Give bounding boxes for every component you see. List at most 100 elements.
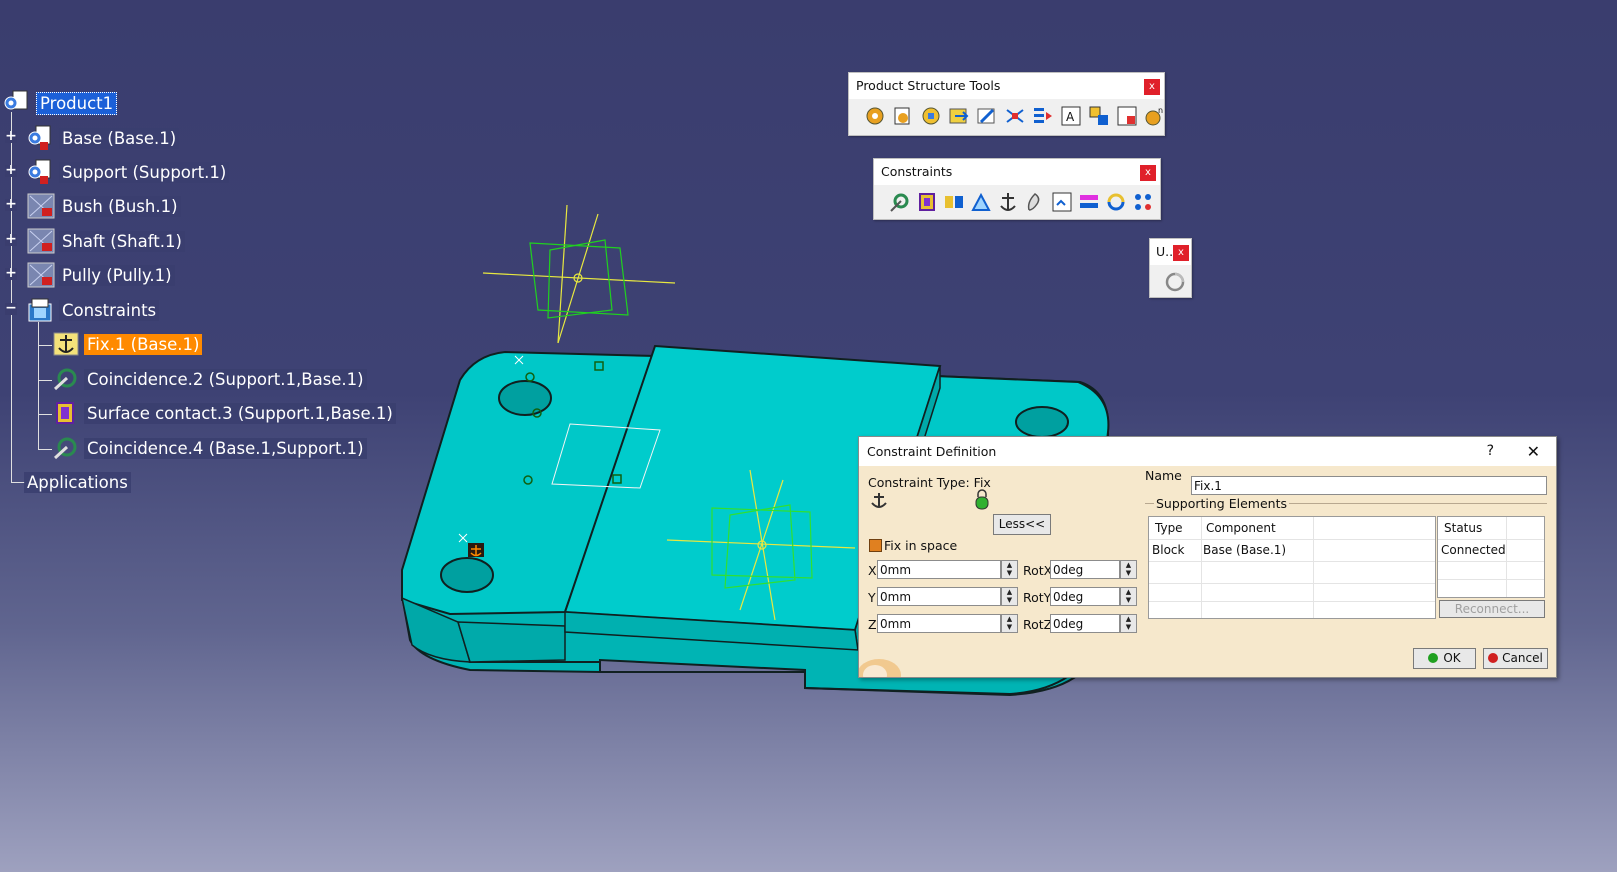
column-header-component[interactable]: Component: [1206, 521, 1276, 535]
column-header-type[interactable]: Type: [1155, 521, 1183, 535]
axis-system: [482, 204, 676, 344]
part-icon: [27, 228, 55, 254]
update-all-icon[interactable]: [1164, 271, 1186, 293]
offset-constraint-icon[interactable]: [942, 190, 966, 214]
close-button[interactable]: ✕: [1527, 437, 1540, 466]
expand-toggle[interactable]: +: [5, 129, 17, 143]
reconnect-button[interactable]: Reconnect...: [1439, 600, 1545, 618]
reuse-pattern-icon[interactable]: [1131, 190, 1155, 214]
constraint-definition-dialog[interactable]: Constraint Definition ? ✕ Constraint Typ…: [858, 436, 1557, 678]
roty-spinner[interactable]: ▲ ▼: [1120, 587, 1137, 606]
help-button[interactable]: ?: [1487, 437, 1494, 466]
tree-item-constraints[interactable]: Constraints: [26, 297, 160, 323]
fix-in-space-label: Fix in space: [884, 538, 958, 553]
product-icon: [28, 125, 51, 150]
tree-item-coincidence-4[interactable]: Coincidence.4 (Base.1,Support.1): [51, 435, 367, 461]
surface-contact-icon: [56, 402, 74, 424]
status-table[interactable]: Status Connected: [1437, 516, 1545, 598]
graph-tree-reordering-icon[interactable]: [1031, 104, 1055, 128]
new-component-icon[interactable]: [863, 104, 887, 128]
tree-item-pully[interactable]: Pully (Pully.1): [26, 262, 175, 288]
cancel-button[interactable]: Cancel: [1483, 648, 1548, 669]
angle-constraint-icon[interactable]: [969, 190, 993, 214]
constraints-toolbar[interactable]: Constraints x: [873, 158, 1161, 220]
toolbar-title-text: Product Structure Tools: [856, 78, 1001, 93]
new-product-icon[interactable]: [891, 104, 915, 128]
supporting-elements-table[interactable]: Type Component Block Base (Base.1): [1148, 516, 1436, 619]
toolbar-title[interactable]: Product Structure Tools x: [849, 73, 1164, 99]
x-spinner[interactable]: ▲ ▼: [1001, 560, 1018, 579]
generate-numbering-icon[interactable]: A: [1059, 104, 1083, 128]
close-icon[interactable]: x: [1144, 79, 1160, 95]
expand-toggle[interactable]: +: [5, 163, 17, 177]
flexible-rigid-icon[interactable]: [1077, 190, 1101, 214]
ok-button[interactable]: OK: [1413, 648, 1476, 669]
ok-label: OK: [1443, 651, 1461, 665]
collapse-toggle[interactable]: −: [5, 301, 17, 315]
expand-toggle[interactable]: +: [5, 232, 17, 246]
y-field[interactable]: 0mm: [877, 587, 1001, 606]
expand-toggle[interactable]: +: [5, 266, 17, 280]
change-constraint-icon[interactable]: [1104, 190, 1128, 214]
name-label: Name: [1145, 468, 1182, 483]
rotx-field[interactable]: 0deg: [1050, 560, 1120, 579]
manage-representations-icon[interactable]: [1115, 104, 1139, 128]
column-header-status[interactable]: Status: [1444, 521, 1482, 535]
tree-item-applications[interactable]: Applications: [24, 469, 131, 495]
fix-together-icon[interactable]: [1023, 190, 1047, 214]
z-field[interactable]: 0mm: [877, 614, 1001, 633]
fix-in-space-checkbox[interactable]: [869, 539, 882, 552]
less-button[interactable]: Less<<: [993, 514, 1051, 535]
multi-instantiation-icon[interactable]: n: [1143, 104, 1167, 128]
z-spinner[interactable]: ▲ ▼: [1001, 614, 1018, 633]
rotx-spinner[interactable]: ▲ ▼: [1120, 560, 1137, 579]
dialog-title-bar[interactable]: Constraint Definition ? ✕: [859, 437, 1556, 466]
hole: [440, 557, 494, 593]
tree-item-label: Pully (Pully.1): [59, 264, 175, 286]
lock-icon: [975, 489, 989, 510]
y-spinner[interactable]: ▲ ▼: [1001, 587, 1018, 606]
rotz-label: RotZ: [1023, 617, 1053, 632]
close-icon[interactable]: x: [1173, 245, 1189, 261]
anchor-icon: [871, 493, 887, 508]
z-label: Z: [868, 617, 877, 632]
tree-item-bush[interactable]: Bush (Bush.1): [26, 193, 181, 219]
existing-with-positioning-icon[interactable]: [975, 104, 999, 128]
new-part-icon[interactable]: [919, 104, 943, 128]
toolbar-title[interactable]: U.. x: [1150, 239, 1191, 265]
ok-icon: [1428, 653, 1439, 663]
y-label: Y: [868, 590, 876, 605]
tree-item-base[interactable]: Base (Base.1): [26, 125, 180, 151]
x-field[interactable]: 0mm: [877, 560, 1001, 579]
expand-toggle[interactable]: +: [5, 197, 17, 211]
tree-item-label: Base (Base.1): [59, 127, 180, 149]
fix-component-icon[interactable]: [996, 190, 1020, 214]
roty-field[interactable]: 0deg: [1050, 587, 1120, 606]
selective-load-icon[interactable]: [1087, 104, 1111, 128]
quick-constraint-icon[interactable]: [1050, 190, 1074, 214]
row-status[interactable]: Connected: [1441, 543, 1506, 557]
row-type[interactable]: Block: [1152, 543, 1184, 557]
close-icon[interactable]: x: [1140, 165, 1156, 181]
update-toolbar[interactable]: U.. x: [1149, 238, 1192, 298]
specification-tree: Product1 + Base (Base.1) + Support (Supp…: [0, 0, 400, 520]
coincidence-constraint-icon[interactable]: [888, 190, 912, 214]
tree-item-support[interactable]: Support (Support.1): [26, 159, 230, 185]
rotz-field[interactable]: 0deg: [1050, 614, 1120, 633]
replace-component-icon[interactable]: [1003, 104, 1027, 128]
contact-constraint-icon[interactable]: [915, 190, 939, 214]
row-component[interactable]: Base (Base.1): [1203, 543, 1286, 557]
product-icon: [28, 159, 51, 184]
tree-item-fix[interactable]: Fix.1 (Base.1): [51, 331, 203, 357]
tree-item-coincidence-2[interactable]: Coincidence.2 (Support.1,Base.1): [51, 366, 367, 392]
toolbar-title[interactable]: Constraints x: [874, 159, 1160, 185]
rotz-spinner[interactable]: ▲ ▼: [1120, 614, 1137, 633]
tree-item-label: Coincidence.4 (Base.1,Support.1): [84, 437, 367, 459]
name-field[interactable]: Fix.1: [1191, 476, 1547, 495]
tree-root[interactable]: Product1: [3, 90, 118, 116]
tree-item-shaft[interactable]: Shaft (Shaft.1): [26, 228, 185, 254]
existing-component-icon[interactable]: [947, 104, 971, 128]
hole: [498, 380, 552, 416]
product-structure-toolbar[interactable]: Product Structure Tools x A n: [848, 72, 1165, 136]
tree-item-surface-contact-3[interactable]: Surface contact.3 (Support.1,Base.1): [51, 400, 396, 426]
